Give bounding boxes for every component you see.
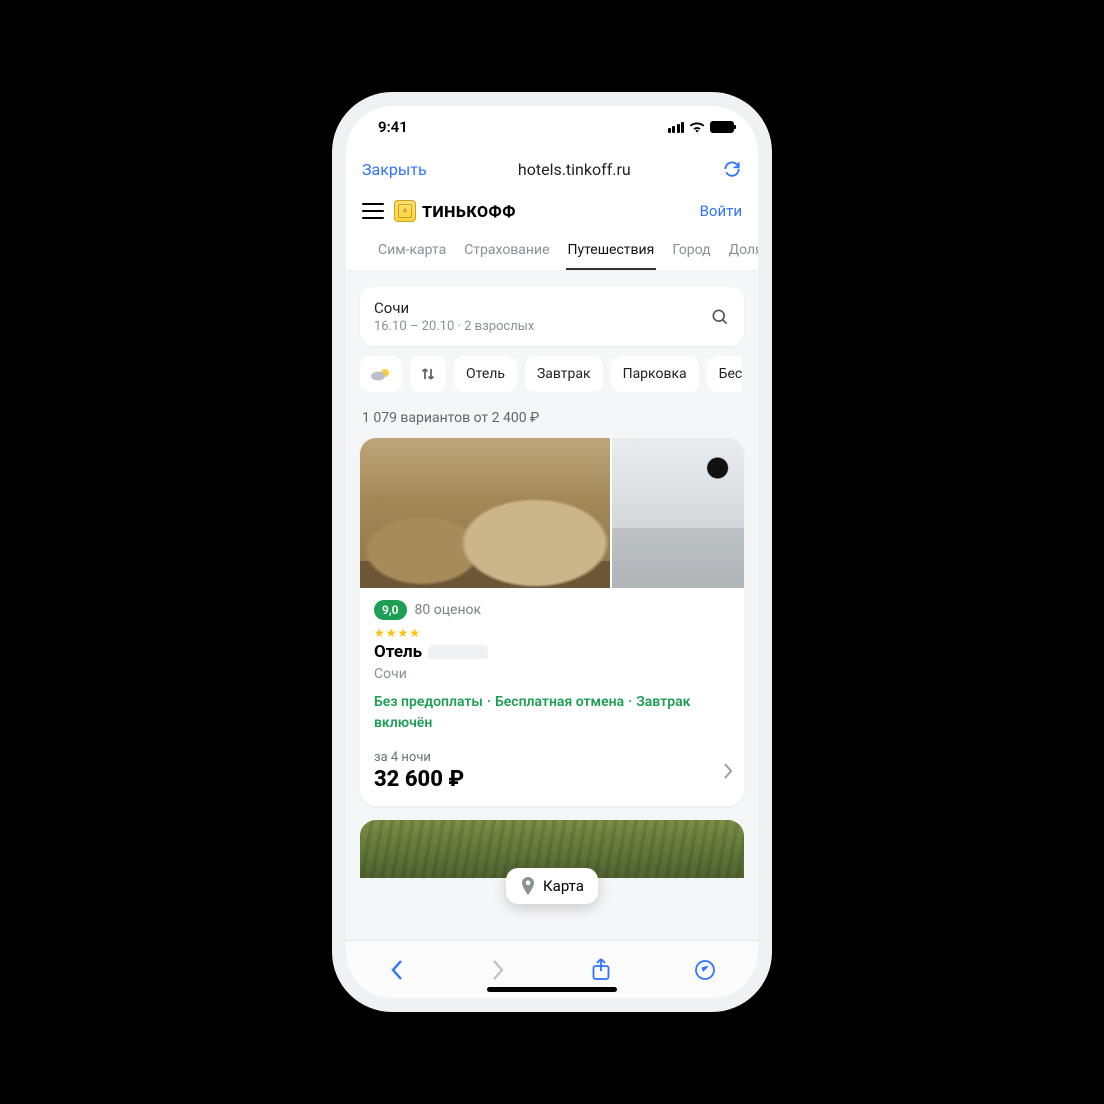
home-indicator[interactable]	[487, 987, 617, 992]
chip-parking[interactable]: Парковка	[611, 356, 699, 392]
tab-insurance[interactable]: Страхование	[464, 232, 549, 270]
reload-icon[interactable]	[722, 159, 742, 179]
share-icon[interactable]	[591, 958, 611, 982]
nights-label: за 4 ночи	[374, 750, 730, 765]
login-link[interactable]: Войти	[700, 202, 742, 220]
hotel-price: 32 600 ₽	[374, 767, 730, 792]
tab-dolyami[interactable]: Долями	[729, 232, 758, 270]
chip-weather[interactable]	[360, 356, 402, 392]
cellular-icon	[668, 122, 685, 133]
brand-text: ТИНЬКОФФ	[422, 202, 516, 221]
tab-travel[interactable]: Путешествия	[568, 232, 655, 270]
back-icon[interactable]	[388, 959, 406, 981]
hotel-gallery[interactable]	[360, 438, 744, 588]
search-icon[interactable]	[710, 307, 730, 327]
status-time: 9:41	[378, 118, 408, 136]
site-header: ТИНЬКОФФ Войти и Сим-карта Страхование П…	[346, 190, 758, 271]
status-right	[668, 121, 735, 133]
star-rating: ★★★★	[374, 626, 730, 640]
brand[interactable]: ТИНЬКОФФ	[394, 200, 516, 222]
status-bar: 9:41	[346, 106, 758, 148]
search-meta: 16.10 – 20.10 · 2 взрослых	[374, 319, 534, 334]
search-card[interactable]: Сочи 16.10 – 20.10 · 2 взрослых	[360, 287, 744, 346]
forward-icon	[489, 959, 507, 981]
sun-cloud-icon	[370, 367, 392, 381]
brand-logo-icon	[394, 200, 416, 222]
hotel-card[interactable]: 9,0 80 оценок ★★★★ Отель Сочи Без предоп…	[360, 438, 744, 806]
chip-breakfast[interactable]: Завтрак	[525, 356, 603, 392]
sort-icon	[420, 366, 436, 382]
hotel-city: Сочи	[374, 666, 730, 682]
reviews-count: 80 оценок	[415, 602, 482, 618]
hotel-photo-1	[360, 438, 610, 588]
chip-hotel[interactable]: Отель	[454, 356, 517, 392]
hotel-name: Отель	[374, 642, 730, 662]
chip-sort[interactable]	[410, 356, 446, 392]
rating-badge: 9,0	[374, 600, 407, 620]
search-destination: Сочи	[374, 299, 534, 317]
hotel-name-redacted	[428, 645, 488, 659]
tabs: и Сим-карта Страхование Путешествия Горо…	[346, 232, 758, 271]
map-button[interactable]: Карта	[506, 868, 598, 904]
map-button-label: Карта	[543, 877, 584, 895]
filter-chips: Отель Завтрак Парковка Бес	[346, 356, 758, 400]
phone-frame: 9:41 Закрыть hotels.tinkoff.ru	[332, 92, 772, 1012]
chevron-right-icon	[722, 762, 734, 780]
safari-icon[interactable]	[694, 959, 716, 981]
map-pin-icon	[520, 877, 536, 895]
tab-sim[interactable]: Сим-карта	[378, 232, 446, 270]
tab-city[interactable]: Город	[672, 232, 710, 270]
hotel-photo-2	[612, 438, 744, 588]
hotel-features: Без предоплаты·Бесплатная отмена·Завтрак…	[374, 692, 730, 734]
screen: 9:41 Закрыть hotels.tinkoff.ru	[346, 106, 758, 998]
browser-close-button[interactable]: Закрыть	[362, 160, 427, 179]
results-count: 1 079 вариантов от 2 400 ₽	[346, 400, 758, 434]
browser-url[interactable]: hotels.tinkoff.ru	[435, 160, 714, 179]
menu-icon[interactable]	[362, 203, 384, 219]
chip-cut[interactable]: Бес	[707, 356, 743, 392]
battery-icon	[710, 121, 734, 133]
browser-bar: Закрыть hotels.tinkoff.ru	[346, 148, 758, 190]
wifi-icon	[689, 121, 705, 133]
